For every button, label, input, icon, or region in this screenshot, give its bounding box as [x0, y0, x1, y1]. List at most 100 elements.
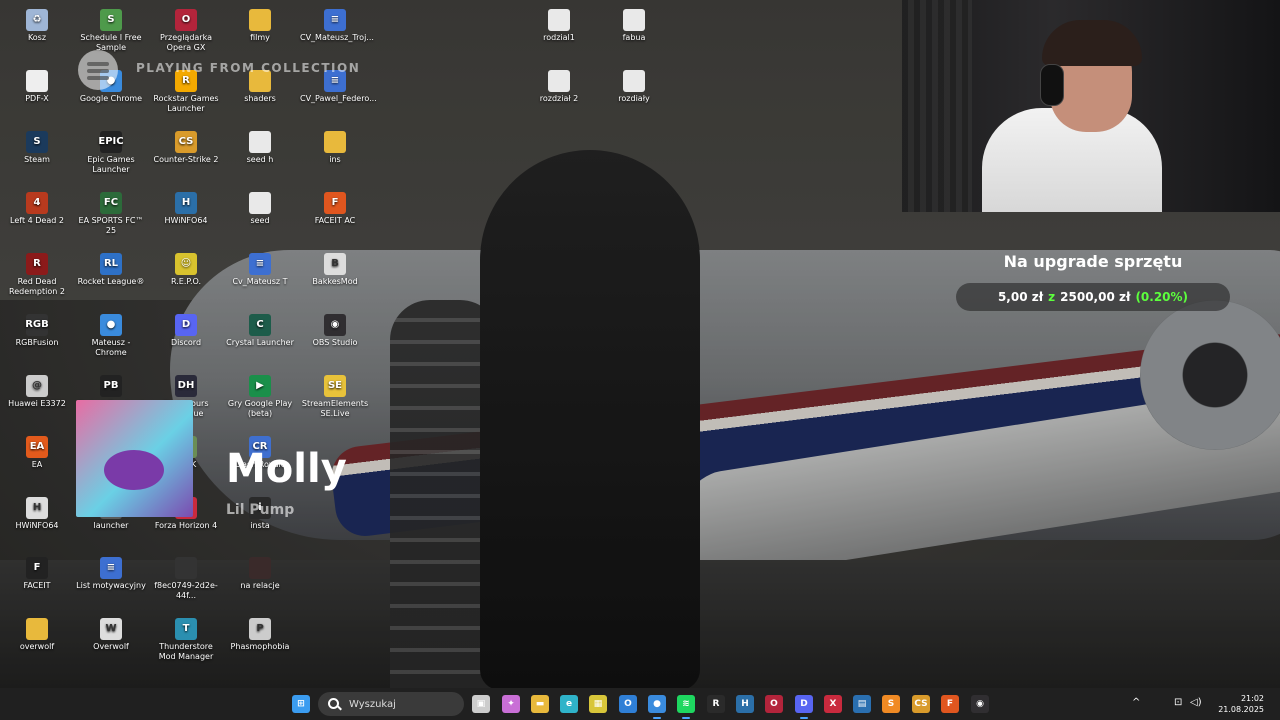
- network-icon[interactable]: ⊡: [1174, 697, 1182, 708]
- desktop-shortcut-label: rodzial1: [543, 33, 575, 42]
- clock-time: 21:02: [1240, 694, 1264, 703]
- webcam-feed: [902, 0, 1280, 212]
- desktop-shortcut-label: Red Dead Redemption 2: [9, 277, 65, 296]
- ea-icon: EA: [26, 436, 48, 458]
- desktop-shortcut[interactable]: ≡ List motywacyjny: [74, 552, 148, 591]
- search-input[interactable]: [347, 697, 461, 711]
- rgbfusion-icon: RGB: [25, 314, 49, 336]
- desktop-shortcut[interactable]: filmy: [223, 4, 297, 43]
- desktop-shortcut-label: PDF-X: [25, 94, 49, 103]
- desktop-shortcut-label: filmy: [250, 33, 270, 42]
- opera-gx-icon: O: [175, 9, 197, 31]
- desktop-shortcut-label: List motywacyjny: [76, 581, 146, 590]
- taskbar: ⊞▣✦▬e▦O●≋RHODX▤SCSF◉ ^ ⊡ ◁) 21:02 21.08.…: [0, 688, 1280, 720]
- video-file-icon: [249, 557, 271, 579]
- desktop-shortcut[interactable]: F FACEIT: [0, 552, 74, 591]
- song-title: Molly: [226, 446, 347, 492]
- desktop-shortcut[interactable]: fabua: [597, 4, 671, 43]
- donation-target: 2500,00 zł: [1060, 290, 1131, 304]
- desktop-shortcut[interactable]: ≡ CV_Mateusz_Troj...: [298, 4, 374, 43]
- system-clock[interactable]: 21:02 21.08.2025: [1218, 693, 1264, 715]
- desktop-shortcut[interactable]: RGB RGBFusion: [0, 309, 74, 348]
- desktop-shortcut[interactable]: P Phasmophobia: [223, 613, 297, 652]
- clock-date: 21.08.2025: [1218, 705, 1264, 714]
- search-icon: [327, 697, 341, 711]
- rdr2-icon: R: [26, 253, 48, 275]
- capcut-icon[interactable]: X: [824, 695, 842, 713]
- edge-icon[interactable]: e: [560, 695, 578, 713]
- obs-icon[interactable]: ◉: [971, 695, 989, 713]
- document-icon: ≡: [100, 557, 122, 579]
- opera-gx-icon[interactable]: O: [765, 695, 783, 713]
- razer-icon[interactable]: R: [707, 695, 725, 713]
- phasmophobia-icon: P: [249, 618, 271, 640]
- desktop-shortcut-label: Kosz: [27, 33, 47, 42]
- folder-icon: [249, 9, 271, 31]
- spotify-playing-from: PLAYING FROM COLLECTION: [136, 61, 361, 75]
- desktop-shortcut-label: Overwolf: [93, 642, 129, 651]
- desktop-shortcut[interactable]: S Schedule I Free Sample: [74, 4, 148, 53]
- windows-start-icon[interactable]: ⊞: [292, 695, 310, 713]
- desktop-shortcut[interactable]: R Red Dead Redemption 2: [0, 248, 74, 297]
- counter-strike-icon[interactable]: CS: [912, 695, 930, 713]
- huawei-icon: @: [26, 375, 48, 397]
- desktop-shortcut[interactable]: rozdiały: [597, 65, 671, 104]
- left4dead-icon: 4: [26, 192, 48, 214]
- chrome-icon[interactable]: ●: [648, 695, 666, 713]
- hwinfo-icon: H: [26, 497, 48, 519]
- desktop-shortcut[interactable]: f8ec0749-2d2e-44f...: [149, 552, 223, 601]
- text-file-icon: [548, 70, 570, 92]
- desktop-shortcut-label: Left 4 Dead 2: [10, 216, 64, 225]
- desktop-shortcut[interactable]: ♻ Kosz: [0, 4, 74, 43]
- desktop-shortcut[interactable]: PDF-X: [0, 65, 74, 104]
- desktop-shortcut[interactable]: EA EA: [0, 431, 74, 470]
- headset-icon: [1040, 64, 1064, 106]
- spotify-logo-icon: [78, 50, 118, 90]
- steam-icon: S: [26, 131, 48, 153]
- desktop-shortcut-label: overwolf: [19, 642, 55, 651]
- desktop-shortcut-label: rozdział 2: [539, 94, 579, 103]
- webcam-person-hair: [1042, 20, 1142, 66]
- donation-current: 5,00 zł: [997, 290, 1044, 304]
- file-explorer-icon[interactable]: ▬: [531, 695, 549, 713]
- running-app-indicator: [800, 717, 808, 719]
- desktop-shortcut-label: RGBFusion: [15, 338, 59, 347]
- text-file-icon: [623, 70, 645, 92]
- sublime-icon[interactable]: S: [882, 695, 900, 713]
- faceit-ac-icon[interactable]: F: [941, 695, 959, 713]
- webcam-background-blinds: [902, 0, 972, 212]
- desktop-shortcut[interactable]: T Thunderstore Mod Manager: [149, 613, 223, 662]
- desktop-shortcut[interactable]: @ Huawei E3372: [0, 370, 74, 409]
- donation-separator: z: [1048, 290, 1056, 304]
- desktop-shortcut[interactable]: 4 Left 4 Dead 2: [0, 187, 74, 226]
- desktop-shortcut-label: EA: [31, 460, 43, 469]
- copilot-icon[interactable]: ✦: [502, 695, 520, 713]
- desktop-shortcut[interactable]: O Przeglądarka Opera GX: [149, 4, 223, 53]
- desktop-shortcut-label: f8ec0749-2d2e-44f...: [154, 581, 218, 600]
- spotify-now-playing-overlay: PLAYING FROM COLLECTION Molly Lil Pump: [76, 48, 376, 528]
- taskbar-search[interactable]: [318, 692, 464, 716]
- thunderstore-icon: T: [175, 618, 197, 640]
- desktop-shortcut-label: Phasmophobia: [230, 642, 290, 651]
- text-file-icon: [623, 9, 645, 31]
- desktop-shortcut[interactable]: rodzial1: [522, 4, 596, 43]
- desktop-shortcut-label: rozdiały: [618, 94, 650, 103]
- discord-icon[interactable]: D: [795, 695, 813, 713]
- desktop-shortcut[interactable]: na relacje: [223, 552, 297, 591]
- text-file-icon: [548, 9, 570, 31]
- desktop-shortcut-label: na relacje: [240, 581, 280, 590]
- outlook-icon[interactable]: O: [619, 695, 637, 713]
- desktop-shortcut[interactable]: overwolf: [0, 613, 74, 652]
- desktop-shortcut[interactable]: rozdział 2: [522, 65, 596, 104]
- desktop-shortcut[interactable]: H HWiNFO64: [0, 492, 74, 531]
- hwinfo-icon[interactable]: H: [736, 695, 754, 713]
- calculator-icon[interactable]: ▤: [853, 695, 871, 713]
- desktop-shortcut[interactable]: W Overwolf: [74, 613, 148, 652]
- spotify-icon[interactable]: ≋: [677, 695, 695, 713]
- volume-icon[interactable]: ◁): [1190, 697, 1202, 708]
- desktop-shortcut[interactable]: S Steam: [0, 126, 74, 165]
- task-view-icon[interactable]: ▣: [472, 695, 490, 713]
- tray-overflow-chevron-icon[interactable]: ^: [1132, 697, 1140, 708]
- overwolf-icon: W: [100, 618, 122, 640]
- microsoft-store-icon[interactable]: ▦: [589, 695, 607, 713]
